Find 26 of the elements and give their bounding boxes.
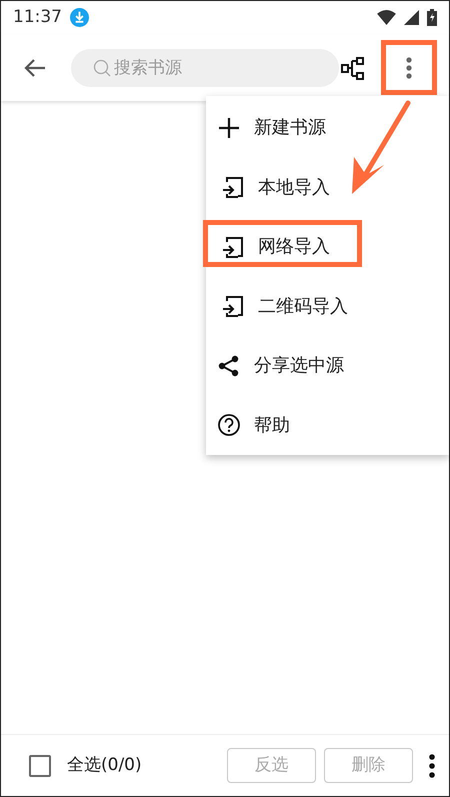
import-icon	[222, 295, 244, 318]
menu-item[interactable]: 网络导入	[206, 217, 449, 276]
back-icon	[24, 58, 46, 78]
more-icon[interactable]	[429, 754, 435, 778]
select-all-checkbox[interactable]	[29, 754, 51, 776]
wifi-icon	[377, 10, 396, 25]
import-icon	[222, 176, 244, 198]
menu-item[interactable]: 本地导入	[206, 158, 449, 217]
status-time: 11:37	[13, 6, 62, 29]
search-field[interactable]: 搜索书源	[71, 48, 339, 86]
import-icon	[222, 236, 244, 258]
plus-icon	[218, 116, 240, 139]
signal-icon	[404, 10, 419, 25]
more-icon	[406, 56, 412, 78]
menu-item[interactable]: 新建书源	[206, 98, 449, 158]
search-icon	[93, 58, 111, 76]
select-all-label: 全选(0/0)	[67, 754, 142, 777]
share-icon	[218, 354, 240, 377]
battery-icon	[427, 9, 437, 26]
hierarchy-icon[interactable]	[341, 56, 365, 80]
menu-item[interactable]: 二维码导入	[206, 276, 449, 336]
menu-item[interactable]: 帮助	[206, 396, 449, 455]
menu-item[interactable]: 分享选中源	[206, 336, 449, 396]
help-icon	[218, 414, 240, 436]
download-icon	[70, 8, 89, 27]
more-button[interactable]	[381, 40, 437, 95]
